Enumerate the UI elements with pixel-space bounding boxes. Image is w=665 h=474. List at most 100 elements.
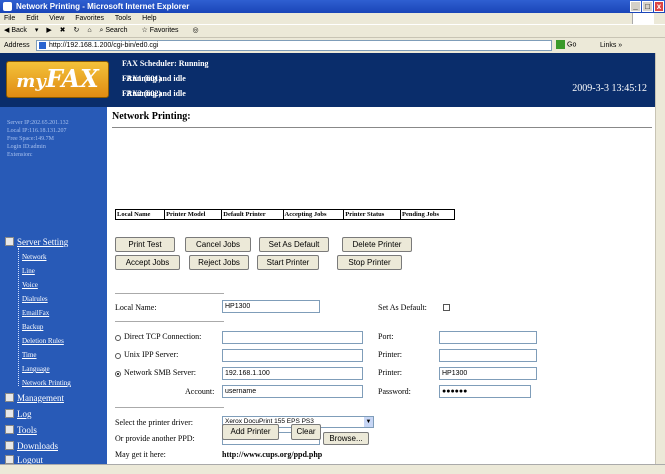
main-content: Network Printing: Local Name Printer Mod… bbox=[107, 107, 655, 464]
clear-button[interactable]: Clear bbox=[291, 424, 321, 440]
tools-icon bbox=[5, 425, 14, 434]
smb-server-input[interactable]: 192.168.1.100 bbox=[222, 367, 363, 380]
page-title: Network Printing: bbox=[112, 111, 191, 122]
nav-logout-label: Logout bbox=[17, 455, 43, 464]
back-button[interactable]: ◀ Back ▾ bbox=[4, 27, 38, 34]
delete-printer-button[interactable]: Delete Printer bbox=[342, 237, 412, 252]
smb-printer-input[interactable]: HP1300 bbox=[439, 367, 537, 380]
address-url: http://192.168.1.200/cgi-bin/ed0.cgi bbox=[49, 42, 159, 49]
unix-ipp-input[interactable] bbox=[222, 349, 363, 362]
start-printer-button[interactable]: Start Printer bbox=[257, 255, 319, 270]
menu-view[interactable]: View bbox=[49, 15, 64, 22]
page-viewport: myFAX FAX Scheduler: Running FAX1 (601):… bbox=[0, 53, 665, 464]
search-label: Search bbox=[105, 27, 128, 34]
status-bar bbox=[0, 464, 665, 474]
stop-printer-button[interactable]: Stop Printer bbox=[337, 255, 402, 270]
menu-bar: File Edit View Favorites Tools Help bbox=[0, 13, 665, 24]
links-button[interactable]: Links » bbox=[600, 38, 622, 53]
favorites-button[interactable]: ☆ Favorites bbox=[142, 27, 185, 34]
sidebar: Server IP:202.65.201.132 Local IP:116.18… bbox=[0, 107, 107, 464]
account-input[interactable]: username bbox=[222, 385, 363, 398]
management-icon bbox=[5, 393, 14, 402]
nav-network[interactable]: Network bbox=[22, 253, 47, 261]
system-info: Server IP:202.65.201.132 Local IP:116.18… bbox=[7, 119, 69, 159]
vertical-scrollbar[interactable] bbox=[655, 53, 665, 464]
browse-button[interactable]: Browse... bbox=[323, 432, 369, 445]
nav-log-label: Log bbox=[17, 409, 32, 419]
nav-management-label: Management bbox=[17, 393, 64, 403]
section-divider bbox=[115, 321, 224, 322]
add-printer-button[interactable]: Add Printer bbox=[222, 424, 279, 440]
password-input[interactable]: ●●●●●● bbox=[439, 385, 531, 398]
extension: Extension: bbox=[7, 152, 33, 158]
ipp-printer-input[interactable] bbox=[439, 349, 537, 362]
cancel-jobs-button[interactable]: Cancel Jobs bbox=[185, 237, 251, 252]
direct-tcp-input[interactable] bbox=[222, 331, 363, 344]
nav-network-printing[interactable]: Network Printing bbox=[22, 379, 71, 387]
datetime: 2009-3-3 13:45:12 bbox=[572, 83, 647, 94]
media-icon[interactable]: ◎ bbox=[193, 27, 199, 34]
accept-jobs-button[interactable]: Accept Jobs bbox=[115, 255, 180, 270]
tree-line bbox=[18, 248, 19, 386]
col-default-printer: Default Printer bbox=[221, 209, 284, 220]
col-printer-status: Printer Status bbox=[343, 209, 401, 220]
fax1-label: FAX1 (601) bbox=[122, 74, 162, 83]
col-local-name: Local Name bbox=[114, 209, 166, 220]
nav-management[interactable]: Management bbox=[5, 393, 64, 403]
refresh-icon[interactable]: ↻ bbox=[73, 27, 79, 34]
logo-my: my bbox=[16, 71, 46, 92]
go-button[interactable]: Go bbox=[556, 40, 576, 51]
window-title: Network Printing - Microsoft Internet Ex… bbox=[16, 2, 190, 11]
nav-server-setting[interactable]: Server Setting bbox=[5, 237, 68, 247]
unix-ipp-radio[interactable] bbox=[115, 353, 121, 359]
smb-radio[interactable] bbox=[115, 371, 121, 377]
local-name-input[interactable]: HP1300 bbox=[222, 300, 320, 313]
menu-tools[interactable]: Tools bbox=[115, 15, 131, 22]
minimize-icon[interactable]: _ bbox=[630, 1, 641, 12]
myfax-logo: myFAX bbox=[6, 61, 109, 98]
nav-voice[interactable]: Voice bbox=[22, 281, 38, 289]
nav-logout[interactable]: Logout bbox=[5, 455, 43, 464]
home-icon[interactable]: ⌂ bbox=[87, 27, 91, 34]
server-ip: Server IP:202.65.201.132 bbox=[7, 120, 69, 126]
port-input[interactable] bbox=[439, 331, 537, 344]
close-icon[interactable]: x bbox=[654, 1, 664, 12]
links-label: Links bbox=[600, 42, 617, 49]
print-test-button[interactable]: Print Test bbox=[115, 237, 175, 252]
maximize-icon[interactable]: □ bbox=[642, 1, 653, 12]
title-divider bbox=[112, 127, 652, 128]
account-label: Account: bbox=[185, 387, 215, 396]
nav-deletion-rules[interactable]: Deletion Rules bbox=[22, 337, 64, 345]
section-divider bbox=[115, 293, 224, 294]
forward-icon[interactable]: ▶ bbox=[46, 27, 51, 34]
downloads-icon bbox=[5, 441, 14, 450]
address-input[interactable]: http://192.168.1.200/cgi-bin/ed0.cgi bbox=[36, 40, 552, 51]
nav-time[interactable]: Time bbox=[22, 351, 37, 359]
ppd-label: Or provide another PPD: bbox=[115, 434, 195, 443]
ie-icon bbox=[3, 2, 12, 11]
col-accepting-jobs: Accepting Jobs bbox=[282, 209, 345, 220]
nav-line[interactable]: Line bbox=[22, 267, 35, 275]
nav-backup[interactable]: Backup bbox=[22, 323, 43, 331]
direct-tcp-radio[interactable] bbox=[115, 335, 121, 341]
cups-ppd-link[interactable]: http://www.cups.org/ppd.php bbox=[222, 450, 322, 459]
stop-icon[interactable]: ✖ bbox=[60, 27, 66, 34]
reject-jobs-button[interactable]: Reject Jobs bbox=[189, 255, 249, 270]
menu-edit[interactable]: Edit bbox=[26, 15, 38, 22]
nav-downloads[interactable]: Downloads bbox=[5, 441, 58, 451]
nav-tools[interactable]: Tools bbox=[5, 425, 37, 435]
set-as-default-button[interactable]: Set As Default bbox=[259, 237, 329, 252]
nav-language[interactable]: Language bbox=[22, 365, 50, 373]
browser-toolbar: ◀ Back ▾ ▶ ✖ ↻ ⌂ ⌕ Search ☆ Favorites ◎ bbox=[0, 24, 665, 37]
fax2-label: FAX2 (602) bbox=[122, 89, 162, 98]
menu-help[interactable]: Help bbox=[142, 15, 156, 22]
menu-favorites[interactable]: Favorites bbox=[75, 15, 104, 22]
nav-tools-label: Tools bbox=[17, 425, 37, 435]
nav-emailfax[interactable]: EmailFax bbox=[22, 309, 49, 317]
search-button[interactable]: ⌕ Search bbox=[100, 27, 134, 34]
nav-log[interactable]: Log bbox=[5, 409, 32, 419]
menu-file[interactable]: File bbox=[4, 15, 15, 22]
set-default-checkbox[interactable] bbox=[443, 304, 450, 311]
nav-dialrules[interactable]: Dialrules bbox=[22, 295, 48, 303]
driver-label: Select the printer driver: bbox=[115, 418, 193, 427]
